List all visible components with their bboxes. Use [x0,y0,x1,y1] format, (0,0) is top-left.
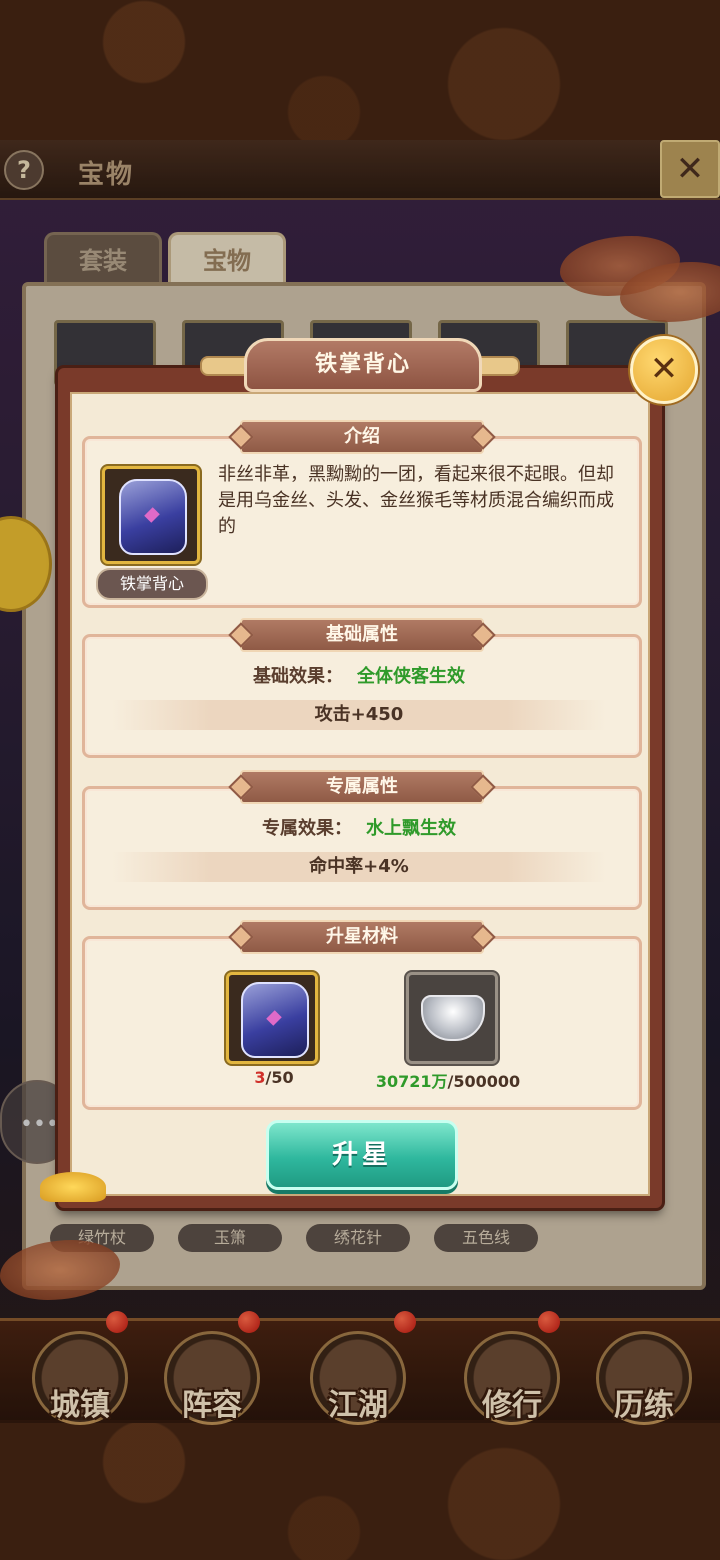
exclusive-attr-section [82,786,642,910]
dialog-close-button[interactable]: ✕ [630,336,698,404]
exclusive-attr-section-title: 专属属性 [240,770,484,804]
base-stat-bar: 攻击+450 [112,700,606,730]
item-name-label: 铁掌背心 [96,568,208,600]
intro-section-title: 介绍 [240,420,484,454]
exclusive-effect-row: 专属效果： 水上飘生效 [82,814,636,840]
armor-icon [241,982,309,1058]
armor-icon [119,479,187,555]
base-attr-section-title: 基础属性 [240,618,484,652]
base-attr-section [82,634,642,758]
material-count: 3/50 [194,1068,354,1087]
material-count: 30721万/500000 [368,1068,528,1092]
background-pattern-top [0,0,720,140]
exclusive-stat-bar: 命中率+4% [112,852,606,882]
material-need: /500000 [447,1072,521,1091]
background-pattern-bottom [0,1420,720,1560]
material-item-frame[interactable] [226,972,318,1064]
base-effect-value: 全体侠客生效 [357,666,465,687]
dialog-title: 铁掌背心 [244,338,482,392]
exclusive-effect-label: 专属效果： [262,818,352,839]
material-have: 3 [254,1068,266,1087]
base-effect-label: 基础效果： [253,666,343,687]
material-need: /50 [265,1068,294,1087]
base-effect-row: 基础效果： 全体侠客生效 [82,662,636,688]
item-description: 非丝非革，黑黝黝的一团，看起来很不起眼。但却是用乌金丝、头发、金丝猴毛等材质混合… [218,464,614,537]
material-have: 30721万 [375,1072,448,1091]
material-item-frame[interactable] [406,972,498,1064]
gold-cloud-decoration [40,1172,106,1202]
item-icon-frame[interactable] [102,466,200,564]
dialog-header: 铁掌背心 [200,334,520,392]
upgrade-star-button[interactable]: 升星 [266,1120,458,1190]
materials-section-title: 升星材料 [240,920,484,954]
exclusive-effect-value: 水上飘生效 [366,818,456,839]
silver-ingot-icon [421,995,485,1041]
materials-section [82,936,642,1110]
